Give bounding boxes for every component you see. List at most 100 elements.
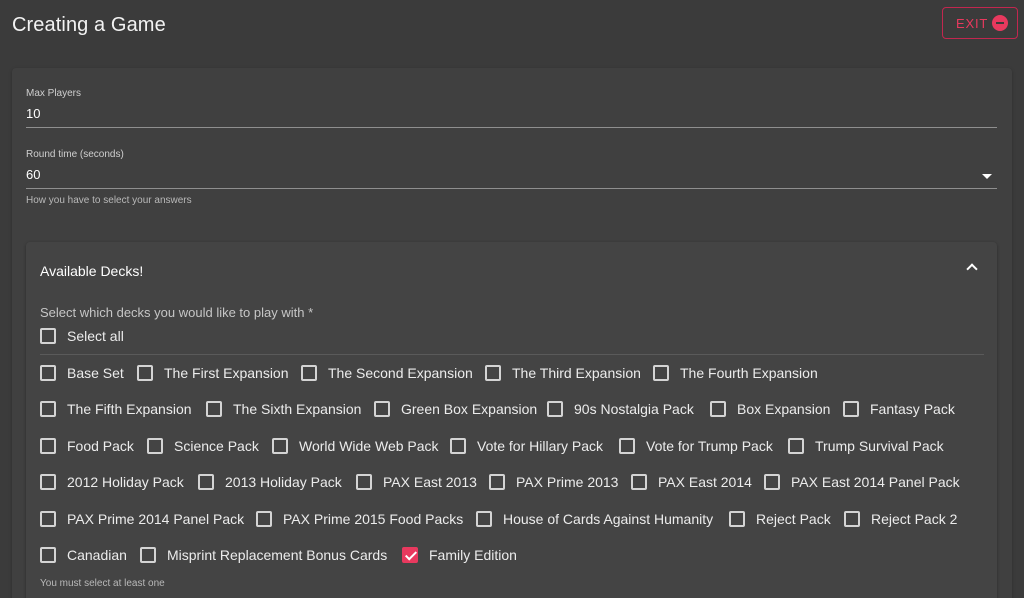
- deck-label: Fantasy Pack: [870, 401, 955, 417]
- checkbox-icon[interactable]: [619, 438, 635, 454]
- checkbox-icon[interactable]: [547, 401, 563, 417]
- checkbox-icon[interactable]: [489, 474, 505, 490]
- deck-label: Base Set: [67, 365, 124, 381]
- round-time-helper-text: How you have to select your answers: [26, 195, 192, 206]
- deck-checkbox[interactable]: Misprint Replacement Bonus Cards: [140, 545, 387, 565]
- deck-checkbox[interactable]: Box Expansion: [710, 399, 830, 419]
- deck-checkbox[interactable]: PAX East 2014: [631, 472, 752, 492]
- deck-label: PAX Prime 2014 Panel Pack: [67, 511, 245, 527]
- checkbox-icon[interactable]: [256, 511, 272, 527]
- deck-checkbox[interactable]: PAX East 2014 Panel Pack: [764, 472, 960, 492]
- exit-button[interactable]: EXIT: [942, 7, 1018, 39]
- deck-checkbox[interactable]: The First Expansion: [137, 363, 289, 383]
- checkbox-icon[interactable]: [710, 401, 726, 417]
- game-settings-card: Max Players 10 Round time (seconds) 60 H…: [12, 68, 1012, 598]
- deck-checkbox[interactable]: 2013 Holiday Pack: [198, 472, 342, 492]
- checkbox-icon[interactable]: [788, 438, 804, 454]
- deck-checkbox[interactable]: PAX Prime 2013: [489, 472, 618, 492]
- page-header: Creating a Game EXIT: [0, 0, 1024, 62]
- checkbox-icon[interactable]: [137, 365, 153, 381]
- decks-prompt: Select which decks you would like to pla…: [40, 305, 314, 320]
- deck-checkbox[interactable]: The Fifth Expansion: [40, 399, 192, 419]
- deck-checkbox[interactable]: Trump Survival Pack: [788, 436, 944, 456]
- chevron-up-icon[interactable]: [966, 263, 978, 275]
- checkbox-icon[interactable]: [140, 547, 156, 563]
- create-game-page: Creating a Game EXIT Max Players 10 Roun…: [0, 0, 1024, 598]
- deck-checkbox[interactable]: PAX Prime 2015 Food Packs: [256, 509, 463, 529]
- checkbox-icon[interactable]: [356, 474, 372, 490]
- round-time-select[interactable]: 60: [26, 167, 40, 182]
- deck-checkbox[interactable]: Vote for Trump Pack: [619, 436, 773, 456]
- decks-panel-title[interactable]: Available Decks!: [40, 263, 143, 279]
- checkbox-icon[interactable]: [206, 401, 222, 417]
- checkbox-icon[interactable]: [40, 401, 56, 417]
- deck-checkbox[interactable]: Canadian: [40, 545, 127, 565]
- deck-label: The Sixth Expansion: [233, 401, 362, 417]
- checkbox-icon[interactable]: [729, 511, 745, 527]
- page-title: Creating a Game: [12, 14, 166, 36]
- checkbox-icon[interactable]: [40, 328, 56, 344]
- deck-checkbox[interactable]: Fantasy Pack: [843, 399, 955, 419]
- deck-label: World Wide Web Pack: [299, 438, 439, 454]
- deck-checkbox[interactable]: 90s Nostalgia Pack: [547, 399, 694, 419]
- deck-label: Science Pack: [174, 438, 259, 454]
- checkbox-icon[interactable]: [40, 365, 56, 381]
- deck-label: Reject Pack 2: [871, 511, 958, 527]
- decks-error-text: You must select at least one: [40, 578, 165, 589]
- max-players-input[interactable]: 10: [26, 106, 40, 121]
- deck-checkbox[interactable]: Vote for Hillary Pack: [450, 436, 603, 456]
- dropdown-arrow-icon[interactable]: [982, 174, 992, 179]
- deck-checkbox[interactable]: The Third Expansion: [485, 363, 641, 383]
- select-all-label: Select all: [67, 328, 124, 344]
- deck-checkbox[interactable]: The Second Expansion: [301, 363, 473, 383]
- checkbox-icon[interactable]: [301, 365, 317, 381]
- deck-label: Vote for Trump Pack: [646, 438, 773, 454]
- deck-label: PAX Prime 2015 Food Packs: [283, 511, 464, 527]
- checkbox-icon[interactable]: [198, 474, 214, 490]
- checkbox-checked-icon[interactable]: [402, 547, 418, 563]
- checkbox-icon[interactable]: [40, 474, 56, 490]
- deck-checkbox[interactable]: The Sixth Expansion: [206, 399, 361, 419]
- checkbox-icon[interactable]: [844, 511, 860, 527]
- deck-checkbox[interactable]: House of Cards Against Humanity: [476, 509, 713, 529]
- deck-label: Misprint Replacement Bonus Cards: [167, 547, 388, 563]
- deck-label: Family Edition: [429, 547, 517, 563]
- deck-checkbox[interactable]: World Wide Web Pack: [272, 436, 439, 456]
- deck-label: Food Pack: [67, 438, 134, 454]
- select-all-checkbox[interactable]: Select all: [40, 326, 124, 346]
- deck-label: The First Expansion: [164, 365, 289, 381]
- deck-checkbox[interactable]: 2012 Holiday Pack: [40, 472, 184, 492]
- deck-checkbox[interactable]: Food Pack: [40, 436, 134, 456]
- checkbox-icon[interactable]: [40, 438, 56, 454]
- deck-checkbox[interactable]: Reject Pack 2: [844, 509, 957, 529]
- checkbox-icon[interactable]: [653, 365, 669, 381]
- checkbox-icon[interactable]: [485, 365, 501, 381]
- deck-label: PAX East 2014: [658, 474, 752, 490]
- deck-label: The Fourth Expansion: [680, 365, 818, 381]
- checkbox-icon[interactable]: [40, 511, 56, 527]
- deck-label: Reject Pack: [756, 511, 831, 527]
- checkbox-icon[interactable]: [764, 474, 780, 490]
- deck-label: 2012 Holiday Pack: [67, 474, 184, 490]
- deck-checkbox[interactable]: Family Edition: [402, 545, 517, 565]
- checkbox-icon[interactable]: [476, 511, 492, 527]
- deck-label: Box Expansion: [737, 401, 831, 417]
- deck-label: 90s Nostalgia Pack: [574, 401, 694, 417]
- deck-checkbox[interactable]: Reject Pack: [729, 509, 831, 529]
- round-time-label: Round time (seconds): [26, 149, 124, 160]
- deck-checkbox[interactable]: PAX Prime 2014 Panel Pack: [40, 509, 244, 529]
- deck-checkbox[interactable]: The Fourth Expansion: [653, 363, 818, 383]
- checkbox-icon[interactable]: [374, 401, 390, 417]
- checkbox-icon[interactable]: [450, 438, 466, 454]
- deck-label: PAX Prime 2013: [516, 474, 619, 490]
- checkbox-icon[interactable]: [272, 438, 288, 454]
- deck-checkbox[interactable]: Science Pack: [147, 436, 259, 456]
- checkbox-icon[interactable]: [40, 547, 56, 563]
- deck-checkbox[interactable]: Green Box Expansion: [374, 399, 537, 419]
- deck-checkbox[interactable]: Base Set: [40, 363, 124, 383]
- available-decks-panel: Available Decks! Select which decks you …: [26, 242, 997, 598]
- checkbox-icon[interactable]: [843, 401, 859, 417]
- deck-checkbox[interactable]: PAX East 2013: [356, 472, 477, 492]
- checkbox-icon[interactable]: [631, 474, 647, 490]
- checkbox-icon[interactable]: [147, 438, 163, 454]
